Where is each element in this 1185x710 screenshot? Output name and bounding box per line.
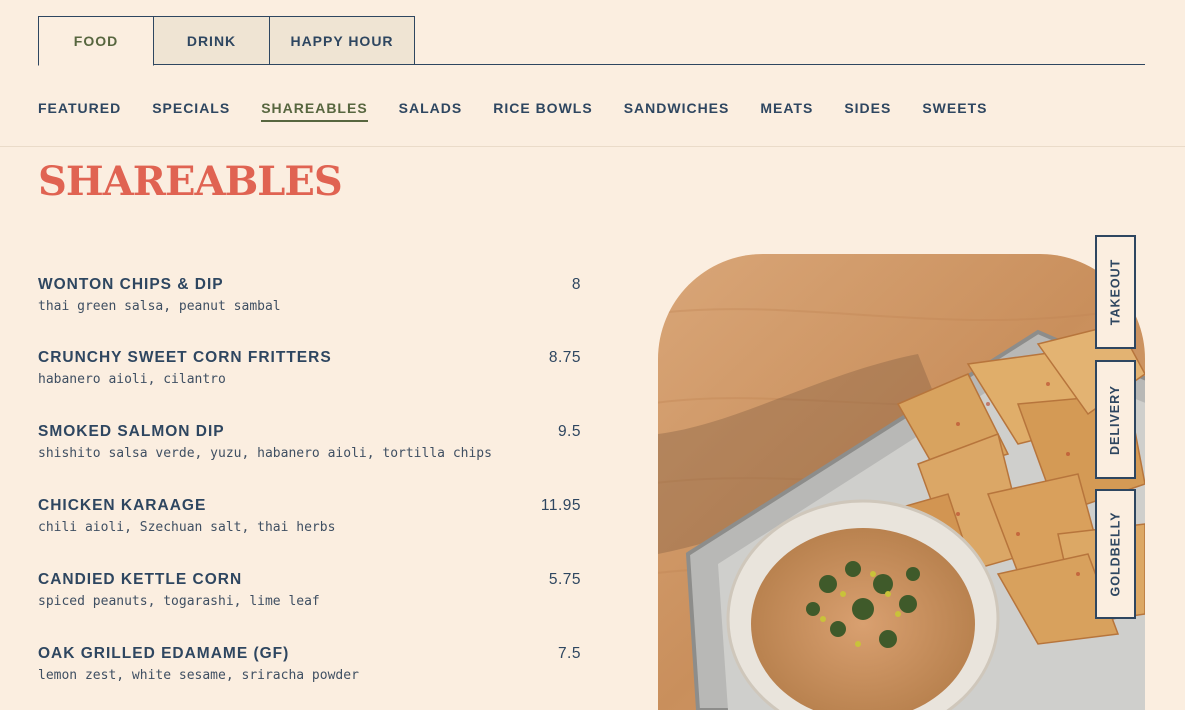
item-name: CANDIED KETTLE CORN (38, 571, 243, 588)
item-name: WONTON CHIPS & DIP (38, 276, 224, 293)
food-subcategory-nav: FEATURED SPECIALS SHAREABLES SALADS RICE… (38, 100, 1018, 122)
item-description: thai green salsa, peanut sambal (38, 299, 281, 314)
goldbelly-button[interactable]: GOLDBELLY (1095, 489, 1136, 619)
subnav-specials[interactable]: SPECIALS (152, 100, 230, 122)
menu-item: CRUNCHY SWEET CORN FRITTERS 8.75 habaner… (38, 349, 581, 409)
item-price: 11.95 (540, 497, 581, 514)
menu-item: CANDIED KETTLE CORN 5.75 spiced peanuts,… (38, 571, 581, 631)
subnav-featured[interactable]: FEATURED (38, 100, 121, 122)
subnav-sandwiches[interactable]: SANDWICHES (624, 100, 730, 122)
delivery-label: DELIVERY (1108, 384, 1123, 455)
item-description: spiced peanuts, togarashi, lime leaf (38, 594, 320, 609)
item-description: chili aioli, Szechuan salt, thai herbs (38, 520, 336, 535)
tab-food[interactable]: FOOD (38, 16, 154, 66)
subnav-rice-bowls[interactable]: RICE BOWLS (493, 100, 592, 122)
item-price: 8.75 (548, 349, 581, 366)
delivery-button[interactable]: DELIVERY (1095, 360, 1136, 479)
subnav-sides[interactable]: SIDES (844, 100, 891, 122)
menu-item: CHICKEN KARAAGE 11.95 chili aioli, Szech… (38, 497, 581, 557)
subnav-salads[interactable]: SALADS (399, 100, 463, 122)
item-description: shishito salsa verde, yuzu, habanero aio… (38, 446, 492, 461)
takeout-label: TAKEOUT (1108, 258, 1123, 326)
item-name: SMOKED SALMON DIP (38, 423, 225, 440)
item-price: 8 (571, 276, 581, 293)
item-price: 7.5 (557, 645, 581, 662)
chips-and-dip-illustration (658, 254, 1145, 710)
subnav-sweets[interactable]: SWEETS (922, 100, 987, 122)
menu-item: SMOKED SALMON DIP 9.5 shishito salsa ver… (38, 423, 581, 483)
subnav-meats[interactable]: MEATS (760, 100, 813, 122)
menu-item: OAK GRILLED EDAMAME (GF) 7.5 lemon zest,… (38, 645, 581, 705)
subnav-shareables[interactable]: SHAREABLES (261, 100, 368, 122)
section-title: SHAREABLES (38, 158, 343, 205)
item-price: 5.75 (548, 571, 581, 588)
nav-divider (0, 146, 1185, 147)
item-name: CHICKEN KARAAGE (38, 497, 207, 514)
item-price: 9.5 (557, 423, 581, 440)
tab-happy-hour[interactable]: HAPPY HOUR (269, 16, 415, 65)
item-description: habanero aioli, cilantro (38, 372, 226, 387)
item-name: OAK GRILLED EDAMAME (GF) (38, 645, 290, 662)
goldbelly-label: GOLDBELLY (1108, 511, 1123, 597)
tab-drink[interactable]: DRINK (153, 16, 270, 65)
item-name: CRUNCHY SWEET CORN FRITTERS (38, 349, 332, 366)
item-description: lemon zest, white sesame, sriracha powde… (38, 668, 359, 683)
food-photo (658, 254, 1145, 710)
menu-item: WONTON CHIPS & DIP 8 thai green salsa, p… (38, 276, 581, 336)
menu-category-tabs: FOOD DRINK HAPPY HOUR (38, 16, 1145, 66)
takeout-button[interactable]: TAKEOUT (1095, 235, 1136, 349)
